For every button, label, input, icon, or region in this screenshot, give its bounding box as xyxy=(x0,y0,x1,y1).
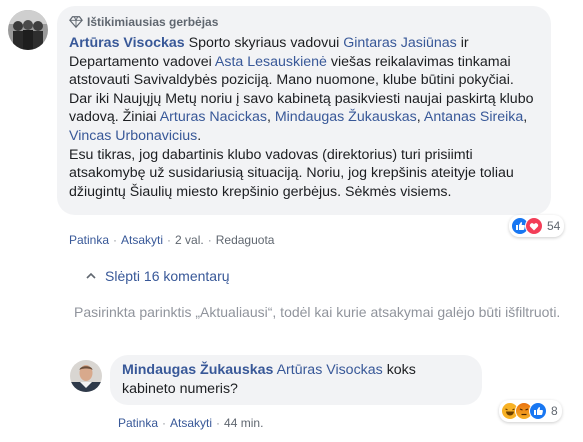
text-segment: . xyxy=(197,127,202,144)
commenter-avatar[interactable] xyxy=(8,10,48,50)
mention-link[interactable]: Gintaras Jasiūnas xyxy=(343,35,457,51)
comment-author-link[interactable]: Artūras Visockas xyxy=(69,35,185,51)
reply-timestamp[interactable]: 44 min. xyxy=(224,416,263,430)
mention-link[interactable]: Antanas Sireika xyxy=(424,109,523,125)
separator: · xyxy=(162,416,167,430)
comment-paragraph-2: Esu tikras, jog dabartinis klubo vadovas… xyxy=(69,146,514,200)
text-segment: , xyxy=(523,109,528,126)
separator: · xyxy=(167,233,172,247)
reaction-count: 8 xyxy=(551,404,558,418)
comment-bubble: Ištikimiausias gerbėjas Artūras Visockas… xyxy=(57,6,551,215)
reply-button[interactable]: Atsakyti xyxy=(121,233,163,247)
chevron-up-icon xyxy=(86,272,96,279)
mention-link[interactable]: Artūras Visockas xyxy=(277,362,383,378)
separator: · xyxy=(207,233,212,247)
reply-text: Mindaugas Žukauskas Artūras Visockas kok… xyxy=(122,361,470,398)
reply-button[interactable]: Atsakyti xyxy=(170,416,212,430)
text-segment: , xyxy=(416,109,424,126)
like-icon xyxy=(529,402,547,420)
reply-reactions[interactable]: 8 xyxy=(499,400,562,422)
filter-note: Pasirinkta parinktis „Aktualiausi“, todė… xyxy=(74,304,561,320)
separator: · xyxy=(216,416,221,430)
reply-actions: Patinka · Atsakyti · 44 min. xyxy=(118,416,263,430)
comment-text: Artūras Visockas Sporto skyriaus vadovui… xyxy=(69,34,539,146)
top-fan-badge[interactable]: Ištikimiausias gerbėjas xyxy=(69,13,539,31)
text-segment: , xyxy=(266,109,275,126)
badge-label: Ištikimiausias gerbėjas xyxy=(87,15,219,29)
reply-bubble: Mindaugas Žukauskas Artūras Visockas kok… xyxy=(110,355,482,405)
comment-reactions[interactable]: 54 xyxy=(509,215,565,237)
comment-timestamp[interactable]: 2 val. xyxy=(175,233,204,247)
comment-actions: Patinka · Atsakyti · 2 val. · Redaguota xyxy=(69,233,274,247)
love-icon xyxy=(525,217,543,235)
edited-label[interactable]: Redaguota xyxy=(216,233,275,247)
mention-link[interactable]: Mindaugas Žukauskas xyxy=(275,109,417,125)
mention-link[interactable]: Vincas Urbonavicius xyxy=(69,128,197,144)
reply-avatar[interactable] xyxy=(70,360,102,392)
reply-author-link[interactable]: Mindaugas Žukauskas xyxy=(122,362,273,378)
like-button[interactable]: Patinka xyxy=(69,233,109,247)
separator: · xyxy=(113,233,118,247)
mention-link[interactable]: Asta Lesauskienė xyxy=(215,54,327,70)
hide-replies-label: Slėpti 16 komentarų xyxy=(105,268,230,284)
mention-link[interactable]: Arturas Nacickas xyxy=(160,109,267,125)
reaction-count: 54 xyxy=(547,219,561,233)
diamond-icon xyxy=(69,16,83,29)
text-segment: Sporto skyriaus vadovui xyxy=(184,35,344,51)
hide-replies-link[interactable]: Slėpti 16 komentarų xyxy=(85,268,230,284)
like-button[interactable]: Patinka xyxy=(118,416,158,430)
